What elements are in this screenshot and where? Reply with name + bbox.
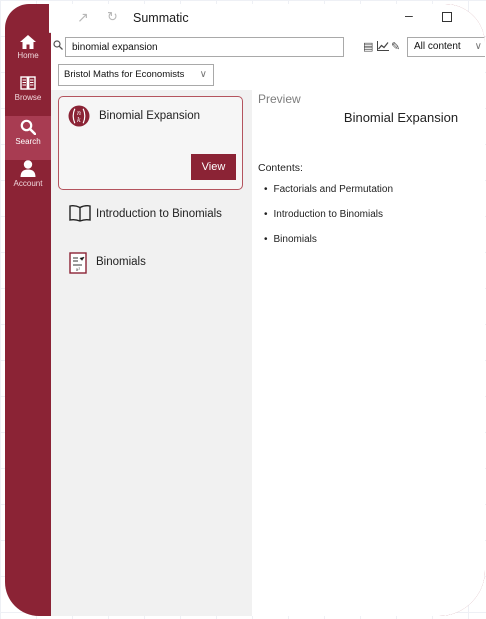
- minimize-button[interactable]: –: [405, 7, 413, 23]
- nav-search-label: Search: [15, 137, 41, 146]
- search-bar: ▤ ✎ All content ∨: [51, 32, 485, 62]
- nav-account-label: Account: [13, 179, 43, 188]
- result-title: Binomials: [96, 256, 146, 268]
- back-icon[interactable]: ↗: [77, 9, 89, 26]
- result-item-selected[interactable]: n k Binomial Expansion View: [58, 96, 243, 190]
- nav-account[interactable]: Account: [5, 157, 51, 201]
- main-content: ▤ ✎ All content ∨ Bristol Maths for Econ…: [51, 32, 485, 616]
- book-open-icon: [20, 76, 36, 90]
- binomial-coefficient-icon: n k: [68, 105, 90, 127]
- open-book-icon: [69, 205, 91, 222]
- nav-browse[interactable]: Browse: [5, 73, 51, 117]
- notes-icon[interactable]: ▤: [363, 40, 373, 53]
- refresh-icon[interactable]: ↻: [107, 9, 118, 25]
- search-icon: [20, 119, 36, 135]
- nav-browse-label: Browse: [14, 93, 42, 102]
- svg-text:k: k: [77, 116, 81, 124]
- scope-dropdown[interactable]: All content ∨: [407, 37, 485, 57]
- preview-contents-item[interactable]: Introduction to Binomials: [258, 209, 393, 234]
- title-bar: ↗ ↻ Summatic –: [49, 4, 485, 33]
- nav-home[interactable]: Home: [5, 32, 51, 76]
- user-icon: [20, 160, 36, 177]
- book-filter-dropdown[interactable]: Bristol Maths for Economists ∨: [58, 64, 214, 86]
- result-title: Introduction to Binomials: [96, 208, 222, 220]
- preview-panel: Preview Binomial Expansion Contents: Fac…: [256, 90, 485, 616]
- preview-title: Binomial Expansion: [343, 110, 459, 125]
- view-button[interactable]: View: [191, 154, 236, 180]
- preview-contents-item[interactable]: Binomials: [258, 234, 393, 259]
- result-item[interactable]: Introduction to Binomials: [69, 204, 249, 234]
- scope-dropdown-value: All content: [414, 41, 461, 52]
- edit-icon[interactable]: ✎: [391, 40, 400, 53]
- book-filter-value: Bristol Maths for Economists: [64, 69, 185, 80]
- preview-heading: Preview: [258, 92, 301, 106]
- result-item[interactable]: x² Binomials: [69, 252, 249, 282]
- preview-contents-list: Factorials and Permutation Introduction …: [258, 184, 394, 259]
- chart-icon[interactable]: [377, 41, 389, 51]
- maximize-button[interactable]: [442, 12, 452, 22]
- results-list: n k Binomial Expansion View Introduction…: [51, 90, 252, 616]
- sidebar: Home Browse Search Account: [5, 32, 51, 616]
- result-title: Binomial Expansion: [99, 110, 201, 122]
- nav-home-label: Home: [17, 51, 39, 60]
- app-window: ↗ ↻ Summatic – Home Browse Search Accoun…: [5, 4, 485, 616]
- preview-contents-item[interactable]: Factorials and Permutation: [258, 184, 394, 209]
- home-icon: [20, 35, 36, 49]
- app-title: Summatic: [133, 11, 189, 25]
- search-input[interactable]: [65, 37, 344, 57]
- worksheet-icon: x²: [69, 252, 87, 274]
- svg-text:x²: x²: [76, 268, 81, 273]
- nav-search[interactable]: Search: [5, 116, 51, 160]
- chevron-down-icon: ∨: [199, 69, 207, 80]
- preview-contents-label: Contents:: [258, 162, 303, 174]
- search-input-icon: [53, 40, 63, 50]
- chevron-down-icon: ∨: [474, 41, 482, 52]
